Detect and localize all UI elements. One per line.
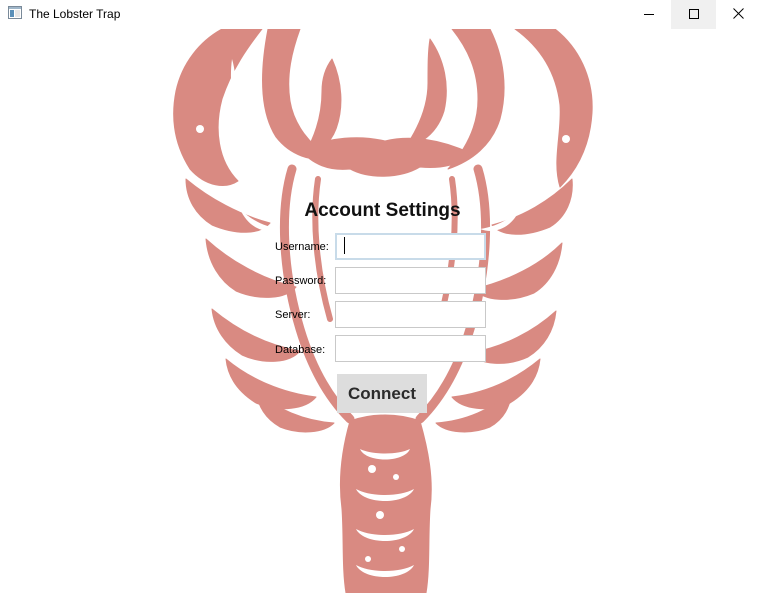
title-bar[interactable]: The Lobster Trap: [0, 0, 761, 29]
client-area: Account Settings Username: Password: Ser…: [0, 29, 761, 593]
connect-button[interactable]: Connect: [337, 374, 427, 413]
text-caret: [344, 237, 345, 254]
username-field[interactable]: [335, 233, 486, 260]
close-button[interactable]: [716, 0, 761, 29]
window-title: The Lobster Trap: [29, 7, 121, 21]
database-label: Database:: [275, 344, 326, 356]
server-label: Server:: [275, 309, 311, 321]
app-window-icon: [8, 6, 22, 19]
server-field[interactable]: [335, 301, 486, 328]
password-field[interactable]: [335, 267, 486, 294]
page-title: Account Settings: [304, 200, 461, 221]
maximize-icon: [688, 6, 699, 24]
minimize-icon: [643, 6, 654, 24]
database-field[interactable]: [335, 335, 486, 362]
close-icon: [733, 6, 744, 24]
app-window: The Lobster Trap Account Settings Userna…: [0, 0, 761, 593]
maximize-button[interactable]: [671, 0, 716, 29]
password-label: Password:: [275, 275, 327, 287]
minimize-button[interactable]: [626, 0, 671, 29]
username-label: Username:: [275, 241, 329, 253]
